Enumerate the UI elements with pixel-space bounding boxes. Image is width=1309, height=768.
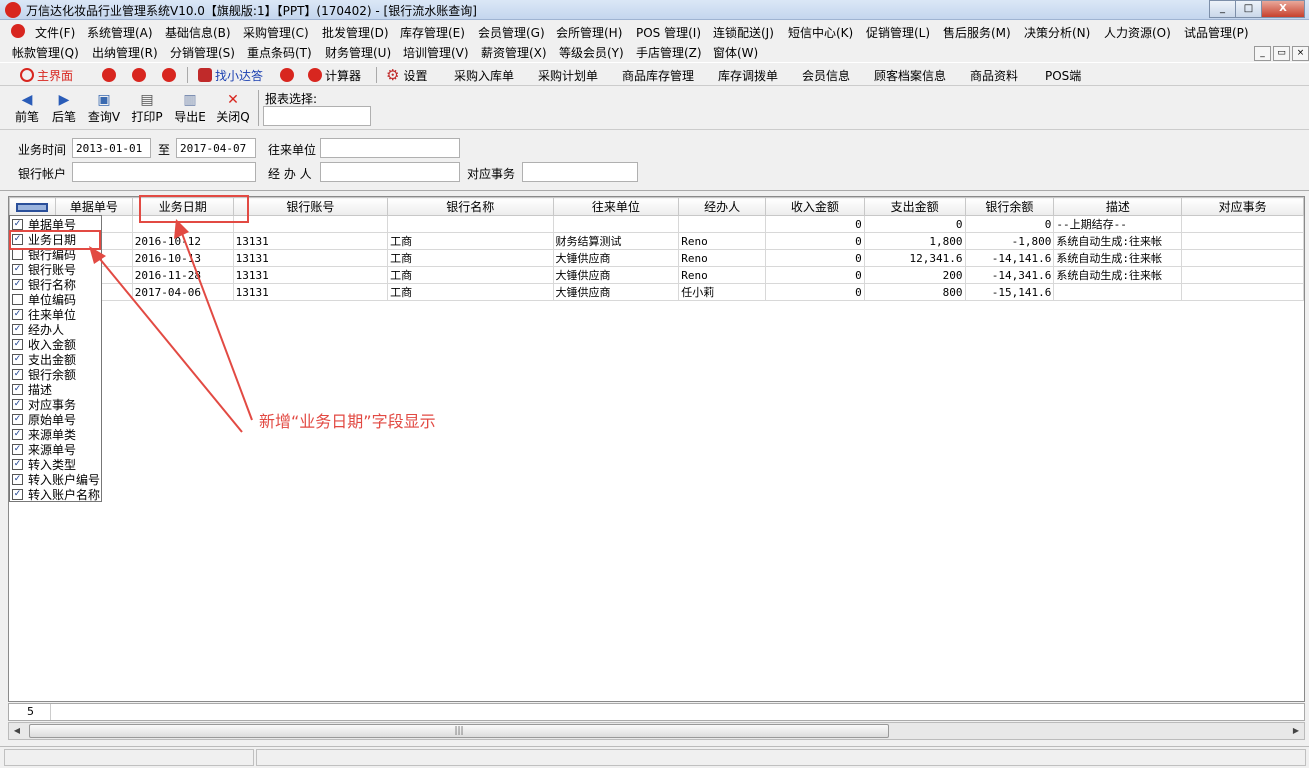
record-count: 5 (11, 704, 51, 720)
status-bar (0, 746, 1309, 768)
annotation-note: 新增“业务日期”字段显示 (259, 412, 436, 431)
scroll-thumb[interactable]: ||| (29, 724, 889, 738)
scroll-right-icon[interactable]: ▶ (1288, 723, 1304, 739)
grid-footer: 5 (8, 703, 1305, 721)
scroll-left-icon[interactable]: ◀ (9, 723, 25, 739)
annotation-arrows (89, 219, 253, 433)
horizontal-scrollbar[interactable]: ◀ ||| ▶ (8, 722, 1305, 740)
